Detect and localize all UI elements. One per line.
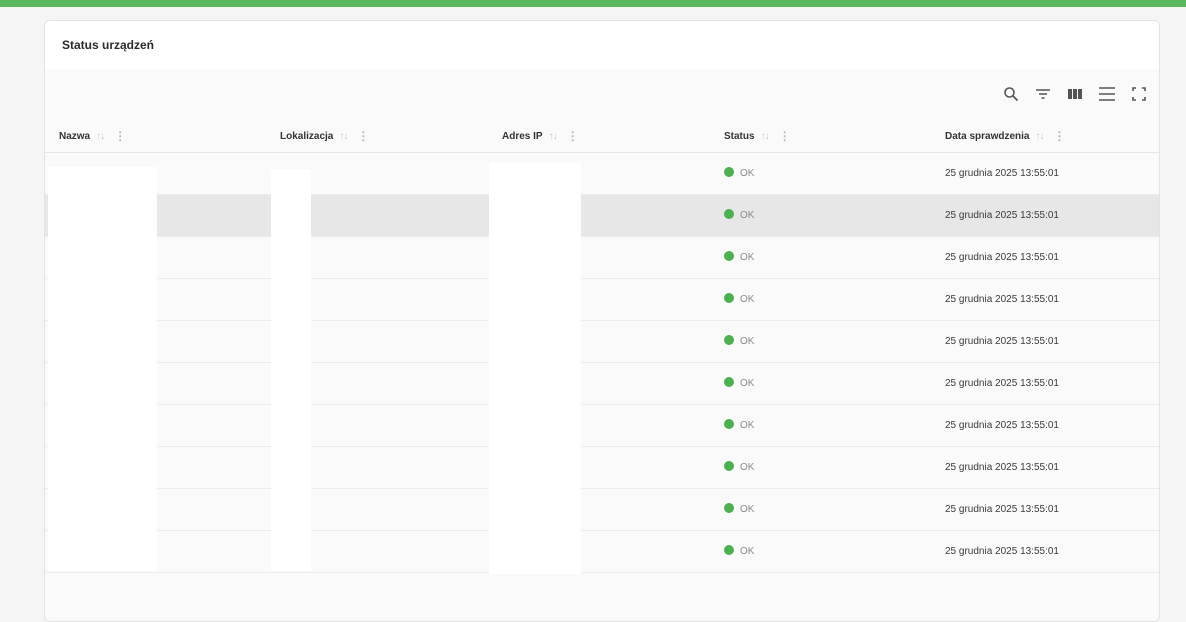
column-menu-icon[interactable]: ⋮ xyxy=(114,129,126,143)
date-cell: 25 grudnia 2025 13:55:01 xyxy=(945,252,1059,263)
column-menu-icon[interactable]: ⋮ xyxy=(1053,129,1065,143)
redacted-ip-column xyxy=(489,163,581,574)
status-ok-icon xyxy=(724,335,734,346)
date-cell: 25 grudnia 2025 13:55:01 xyxy=(945,336,1059,347)
date-cell: 25 grudnia 2025 13:55:01 xyxy=(945,168,1059,179)
sort-icon[interactable]: ↑↓ xyxy=(761,131,770,142)
date-cell: 25 grudnia 2025 13:55:01 xyxy=(945,210,1059,221)
status-ok-icon xyxy=(724,293,734,304)
status-ok-icon xyxy=(724,545,734,556)
table-row[interactable]: OK 25 grudnia 2025 13:55:01 xyxy=(45,489,1159,531)
column-header-label: Nazwa xyxy=(59,130,91,142)
top-accent-bar xyxy=(0,0,1186,7)
card-title: Status urządzeń xyxy=(62,38,155,52)
columns-icon[interactable] xyxy=(1065,84,1085,104)
status-cell: OK xyxy=(724,461,754,473)
date-cell: 25 grudnia 2025 13:55:01 xyxy=(945,378,1059,389)
table-header: Nazwa ↑↓ ⋮ Lokalizacja ↑↓ ⋮ Adres IP ↑↓ … xyxy=(45,121,1159,153)
column-header-name[interactable]: Nazwa ↑↓ ⋮ xyxy=(59,129,126,143)
redacted-location-column xyxy=(271,169,311,571)
status-cell: OK xyxy=(724,503,754,515)
table-row[interactable]: OK 25 grudnia 2025 13:55:01 xyxy=(45,237,1159,279)
status-ok-icon xyxy=(724,209,734,220)
table-toolbar xyxy=(1001,83,1149,105)
status-cell: OK xyxy=(724,419,754,431)
search-icon[interactable] xyxy=(1001,84,1021,104)
column-header-status[interactable]: Status ↑↓ ⋮ xyxy=(724,129,791,143)
table-row[interactable]: OK 25 grudnia 2025 13:55:01 xyxy=(45,363,1159,405)
status-ok-icon xyxy=(724,461,734,472)
column-header-label: Lokalizacja xyxy=(280,130,334,142)
column-header-label: Status xyxy=(724,130,755,142)
status-ok-icon xyxy=(724,377,734,388)
table-row[interactable]: OK 25 grudnia 2025 13:55:01 xyxy=(45,279,1159,321)
sort-icon[interactable]: ↑↓ xyxy=(549,131,558,142)
table-row[interactable]: OK 25 grudnia 2025 13:55:01 xyxy=(45,447,1159,489)
column-menu-icon[interactable]: ⋮ xyxy=(357,129,369,143)
fullscreen-icon[interactable] xyxy=(1129,84,1149,104)
status-ok-icon xyxy=(724,167,734,178)
status-cell: OK xyxy=(724,209,754,221)
date-cell: 25 grudnia 2025 13:55:01 xyxy=(945,294,1059,305)
density-icon[interactable] xyxy=(1097,84,1117,104)
status-ok-icon xyxy=(724,503,734,514)
status-cell: OK xyxy=(724,545,754,557)
column-header-location[interactable]: Lokalizacja ↑↓ ⋮ xyxy=(280,129,369,143)
status-ok-icon xyxy=(724,419,734,430)
card-header: Status urządzeń xyxy=(45,21,1159,69)
table-row[interactable]: OK 25 grudnia 2025 13:55:01 xyxy=(45,195,1159,237)
table-row[interactable]: OK 25 grudnia 2025 13:55:01 xyxy=(45,405,1159,447)
table-body: OK 25 grudnia 2025 13:55:01 OK 25 grudni… xyxy=(45,153,1159,573)
status-cell: OK xyxy=(724,293,754,305)
sort-icon[interactable]: ↑↓ xyxy=(1035,131,1044,142)
column-menu-icon[interactable]: ⋮ xyxy=(567,129,579,143)
column-header-label: Adres IP xyxy=(502,130,543,142)
date-cell: 25 grudnia 2025 13:55:01 xyxy=(945,504,1059,515)
status-cell: OK xyxy=(724,167,754,179)
table-row[interactable]: OK 25 grudnia 2025 13:55:01 xyxy=(45,153,1159,195)
table-row[interactable]: OK 25 grudnia 2025 13:55:01 xyxy=(45,321,1159,363)
redacted-name-column xyxy=(48,167,157,571)
table-row[interactable]: OK 25 grudnia 2025 13:55:01 xyxy=(45,531,1159,573)
date-cell: 25 grudnia 2025 13:55:01 xyxy=(945,462,1059,473)
filter-icon[interactable] xyxy=(1033,84,1053,104)
column-header-ip[interactable]: Adres IP ↑↓ ⋮ xyxy=(502,129,579,143)
date-cell: 25 grudnia 2025 13:55:01 xyxy=(945,420,1059,431)
sort-icon[interactable]: ↑↓ xyxy=(96,131,105,142)
column-header-label: Data sprawdzenia xyxy=(945,130,1030,142)
sort-icon[interactable]: ↑↓ xyxy=(339,131,348,142)
status-cell: OK xyxy=(724,335,754,347)
column-menu-icon[interactable]: ⋮ xyxy=(779,129,791,143)
column-header-date[interactable]: Data sprawdzenia ↑↓ ⋮ xyxy=(945,129,1065,143)
date-cell: 25 grudnia 2025 13:55:01 xyxy=(945,546,1059,557)
device-status-card: Status urządzeń Nazwa ↑↓ ⋮ Lokalizacja ↑… xyxy=(44,20,1160,622)
status-cell: OK xyxy=(724,251,754,263)
status-ok-icon xyxy=(724,251,734,262)
status-cell: OK xyxy=(724,377,754,389)
